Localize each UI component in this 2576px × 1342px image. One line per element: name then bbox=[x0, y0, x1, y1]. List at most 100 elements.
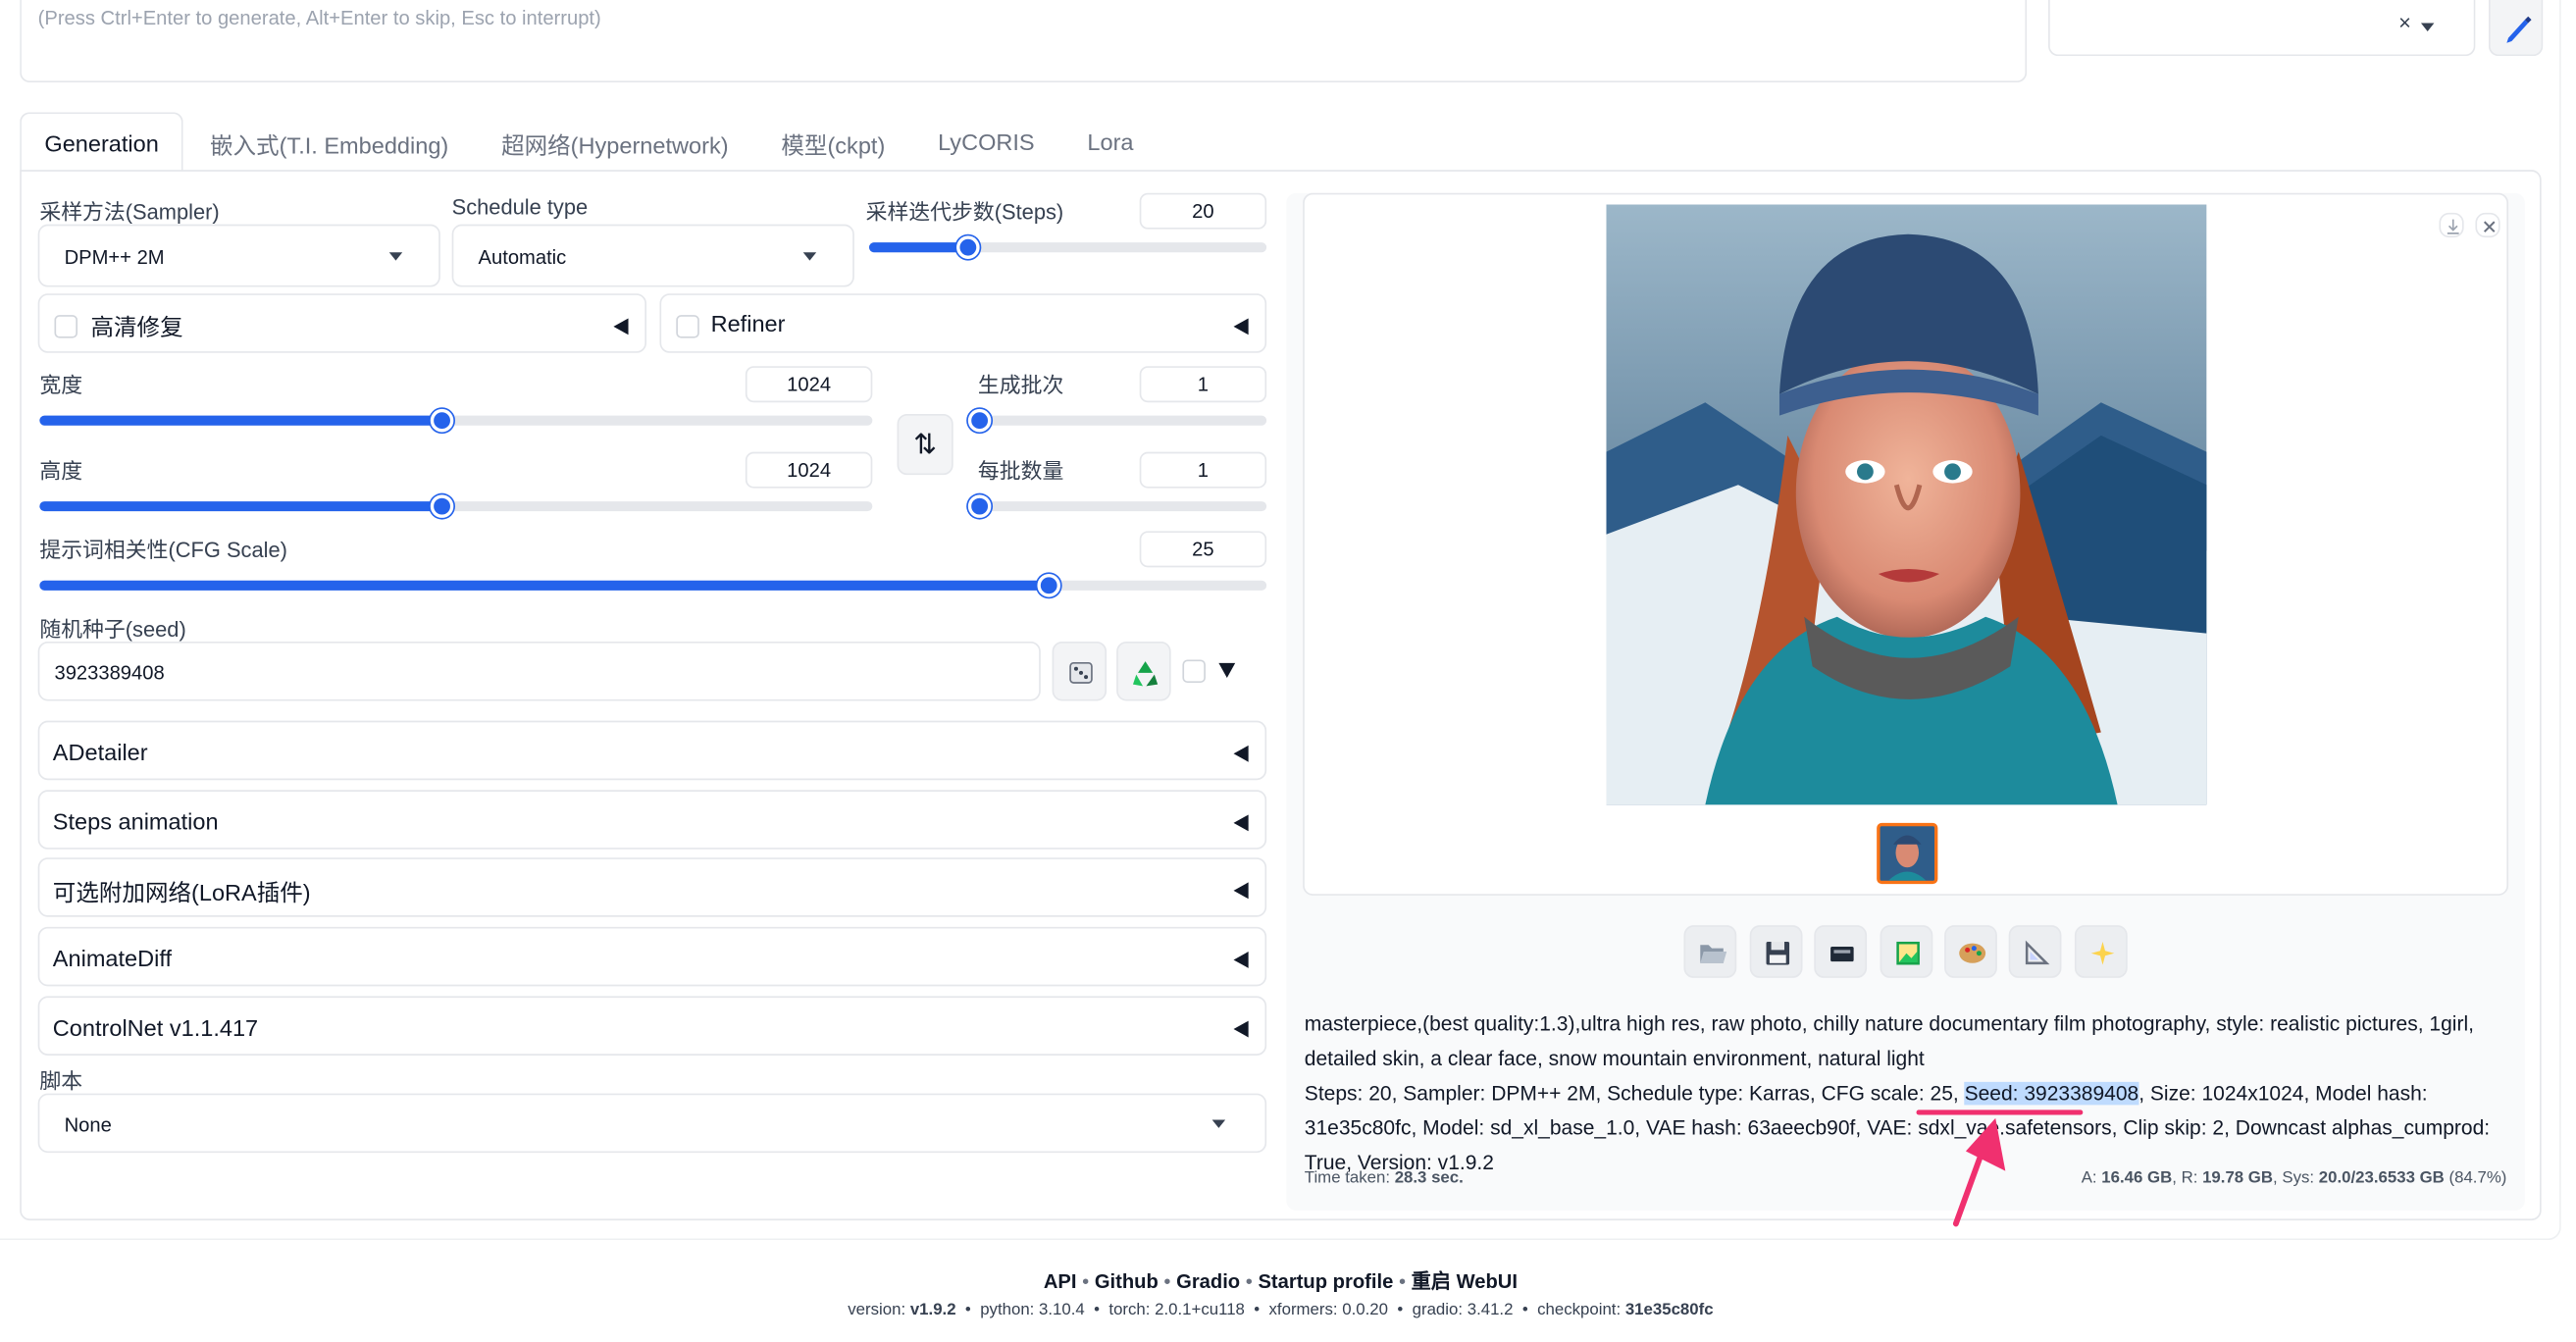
batch-count-label: 生成批次 bbox=[977, 372, 1064, 398]
steps-animation-accordion[interactable]: Steps animation bbox=[37, 790, 1267, 850]
steps-slider-fill bbox=[868, 242, 968, 253]
footer-separator: • bbox=[1521, 1301, 1528, 1319]
script-dropdown[interactable]: None bbox=[37, 1093, 1267, 1154]
animatediff-accordion[interactable]: AnimateDiff bbox=[37, 926, 1267, 987]
xformers-key: xformers: bbox=[1268, 1301, 1343, 1319]
seed-value: 3923389408 bbox=[54, 661, 165, 685]
height-label: 高度 bbox=[39, 458, 83, 484]
tab-lycoris[interactable]: LyCORIS bbox=[911, 112, 1060, 172]
time-value: 28.3 sec. bbox=[1394, 1168, 1464, 1188]
send-to-img2img-button[interactable] bbox=[1880, 925, 1933, 978]
save-button[interactable] bbox=[1749, 925, 1803, 978]
tab-lora[interactable]: Lora bbox=[1061, 112, 1160, 172]
adetailer-accordion[interactable]: ADetailer bbox=[37, 720, 1267, 781]
tab-checkpoint[interactable]: 模型(ckpt) bbox=[754, 112, 911, 172]
prompt-hint: (Press Ctrl+Enter to generate, Alt+Enter… bbox=[37, 6, 601, 30]
cfg-scale-slider-thumb[interactable] bbox=[1037, 574, 1060, 597]
tab-generation[interactable]: Generation bbox=[20, 112, 184, 172]
close-preview-button[interactable] bbox=[2475, 212, 2500, 238]
upscale-button[interactable] bbox=[2074, 925, 2128, 978]
sparkles-icon bbox=[2090, 941, 2115, 965]
batch-count-input[interactable]: 1 bbox=[1139, 366, 1267, 403]
seed-label: 随机种子(seed) bbox=[39, 616, 186, 642]
width-slider-thumb[interactable] bbox=[430, 408, 454, 433]
cfg-scale-slider[interactable] bbox=[39, 574, 1267, 597]
extra-seed-checkbox[interactable] bbox=[1182, 659, 1206, 684]
gallery-thumbnail[interactable] bbox=[1877, 822, 1938, 885]
collapse-arrow-icon bbox=[1233, 1020, 1249, 1038]
seed-input[interactable]: 3923389408 bbox=[37, 641, 1041, 701]
footer-link-reload-webui[interactable]: 重启 WebUI bbox=[1412, 1270, 1518, 1294]
refiner-accordion[interactable]: Refiner bbox=[659, 293, 1267, 353]
collapse-arrow-icon[interactable] bbox=[1233, 318, 1249, 336]
python-value: 3.10.4 bbox=[1039, 1301, 1085, 1319]
tab-ti-embedding[interactable]: 嵌入式(T.I. Embedding) bbox=[183, 112, 475, 172]
clear-styles-icon[interactable]: × bbox=[2398, 10, 2411, 34]
batch-size-input[interactable]: 1 bbox=[1139, 451, 1267, 489]
styles-dropdown[interactable]: × bbox=[2048, 0, 2476, 57]
chevron-down-icon bbox=[2420, 23, 2435, 31]
open-folder-button[interactable] bbox=[1683, 925, 1737, 978]
swap-dimensions-button[interactable]: ⇅ bbox=[897, 413, 953, 476]
batch-count-slider-thumb[interactable] bbox=[967, 408, 992, 433]
torch-value: 2.0.1+cu118 bbox=[1155, 1301, 1245, 1319]
negative-prompt-textarea[interactable]: (Press Ctrl+Enter to generate, Alt+Enter… bbox=[20, 0, 2028, 83]
generated-image[interactable] bbox=[1606, 204, 2207, 805]
download-button[interactable] bbox=[2439, 212, 2464, 238]
steps-input[interactable]: 20 bbox=[1139, 192, 1267, 230]
batch-size-slider[interactable] bbox=[967, 494, 1267, 518]
sampler-dropdown[interactable]: DPM++ 2M bbox=[37, 224, 440, 287]
annotation-arrow-icon bbox=[1952, 1117, 2006, 1227]
width-slider[interactable] bbox=[39, 408, 873, 433]
recycle-icon bbox=[1132, 661, 1159, 687]
steps-slider[interactable] bbox=[868, 235, 1267, 259]
width-input[interactable]: 1024 bbox=[745, 366, 873, 403]
height-input[interactable]: 1024 bbox=[745, 451, 873, 489]
footer-link-startup-profile[interactable]: Startup profile bbox=[1258, 1270, 1393, 1294]
params-part-c: Model: sd_xl_base_1.0, VAE hash: 63aeecb… bbox=[1304, 1116, 2491, 1174]
collapse-arrow-icon bbox=[1233, 745, 1249, 762]
batch-count-slider[interactable] bbox=[967, 408, 1267, 433]
mem-sys-label: , Sys: bbox=[2273, 1168, 2319, 1188]
collapse-arrow-icon bbox=[1233, 952, 1249, 968]
footer-separator: • bbox=[1082, 1269, 1090, 1294]
edit-styles-button[interactable] bbox=[2488, 0, 2544, 57]
thumbnail-image bbox=[1887, 835, 1927, 881]
tab-hypernetwork[interactable]: 超网络(Hypernetwork) bbox=[475, 112, 754, 172]
accordion-title: 可选附加网络(LoRA插件) bbox=[52, 879, 311, 905]
height-slider[interactable] bbox=[39, 494, 873, 518]
footer-link-gradio[interactable]: Gradio bbox=[1176, 1270, 1240, 1294]
gradio-value: 3.41.2 bbox=[1467, 1301, 1514, 1319]
additional-networks-accordion[interactable]: 可选附加网络(LoRA插件) bbox=[37, 857, 1267, 917]
extra-seed-arrow-icon[interactable] bbox=[1218, 662, 1236, 678]
send-to-extras-button[interactable] bbox=[2008, 925, 2062, 978]
random-seed-button[interactable] bbox=[1052, 641, 1108, 701]
height-slider-fill bbox=[39, 501, 442, 512]
hires-fix-accordion[interactable]: 高清修复 bbox=[37, 293, 647, 353]
footer-separator: • bbox=[1398, 1269, 1407, 1294]
reuse-seed-button[interactable] bbox=[1116, 641, 1171, 701]
schedule-type-dropdown[interactable]: Automatic bbox=[451, 224, 854, 287]
footer-link-github[interactable]: Github bbox=[1095, 1270, 1159, 1294]
zip-button[interactable] bbox=[1814, 925, 1868, 978]
time-label: Time taken: bbox=[1304, 1168, 1395, 1188]
archive-icon bbox=[1830, 946, 1854, 962]
refiner-checkbox[interactable] bbox=[676, 315, 699, 338]
webui-root: (Press Ctrl+Enter to generate, Alt+Enter… bbox=[0, 0, 2576, 1342]
cfg-scale-slider-fill bbox=[39, 580, 1050, 591]
height-slider-thumb[interactable] bbox=[430, 494, 454, 518]
controlnet-accordion[interactable]: ControlNet v1.1.417 bbox=[37, 996, 1267, 1056]
footer-link-api[interactable]: API bbox=[1044, 1270, 1077, 1294]
parameters-text: Steps: 20, Sampler: DPM++ 2M, Schedule t… bbox=[1305, 1077, 2517, 1181]
batch-size-slider-thumb[interactable] bbox=[967, 494, 992, 518]
steps-slider-thumb[interactable] bbox=[956, 235, 980, 259]
sampler-value: DPM++ 2M bbox=[64, 245, 165, 270]
send-to-inpaint-button[interactable] bbox=[1944, 925, 1997, 978]
collapse-arrow-icon bbox=[1233, 814, 1249, 832]
accordion-title: ADetailer bbox=[52, 739, 148, 766]
xformers-value: 0.0.20 bbox=[1342, 1301, 1389, 1319]
hires-fix-checkbox[interactable] bbox=[54, 315, 78, 338]
refiner-label: Refiner bbox=[710, 310, 786, 336]
cfg-scale-input[interactable]: 25 bbox=[1139, 531, 1267, 568]
collapse-arrow-icon[interactable] bbox=[613, 318, 629, 336]
